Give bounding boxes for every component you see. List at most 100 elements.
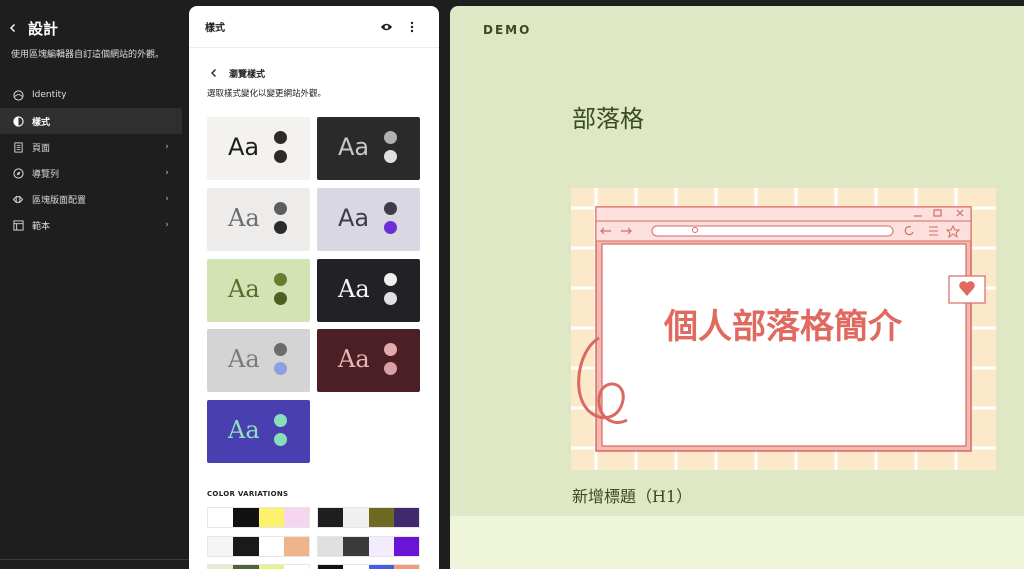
divider: [0, 559, 189, 560]
style-preview-text: Aa: [338, 275, 370, 303]
color-dot: [384, 273, 397, 286]
style-color-dots: [274, 343, 288, 381]
color-variation-card[interactable]: [207, 564, 310, 569]
style-variation-card[interactable]: Aa: [317, 188, 420, 251]
color-variations-label: COLOR VARIATIONS: [207, 490, 289, 498]
chevron-right-icon: ›: [165, 142, 169, 152]
design-sidebar: 設計 使用區塊編輯器自訂這個網站的外觀。 Identity 樣式 頁面 › 導覽…: [0, 0, 189, 569]
sidebar-nav: Identity 樣式 頁面 › 導覽列 › 區塊版面配置 › 範本 ›: [0, 82, 182, 238]
style-variation-card[interactable]: Aa: [207, 329, 310, 392]
sidebar-item-template-parts[interactable]: 區塊版面配置 ›: [0, 186, 182, 212]
style-color-dots: [274, 414, 288, 452]
sidebar-header: 設計: [0, 15, 189, 41]
color-dot: [274, 362, 287, 375]
sidebar-item-label: 樣式: [32, 117, 51, 128]
identity-icon: [12, 89, 24, 101]
content-section: [450, 516, 1024, 569]
sidebar-item-templates[interactable]: 範本 ›: [0, 212, 182, 238]
color-swatch: [393, 508, 419, 527]
color-dot: [384, 362, 397, 375]
heading-h1[interactable]: 新增標題（H1）: [572, 483, 692, 507]
color-swatch: [233, 565, 259, 569]
sidebar-item-label: 範本: [32, 221, 51, 232]
color-variation-card[interactable]: [207, 536, 310, 557]
color-dot: [274, 292, 287, 305]
color-dot: [274, 150, 287, 163]
style-variation-card[interactable]: Aa: [317, 259, 420, 322]
eye-icon: [380, 23, 392, 30]
blog-illustration: 個人部落格簡介: [571, 188, 996, 470]
sidebar-item-navigation[interactable]: 導覽列 ›: [0, 160, 182, 186]
panel-title: 樣式: [205, 23, 225, 34]
style-variation-card[interactable]: Aa: [317, 329, 420, 392]
chevron-right-icon: ›: [165, 220, 169, 230]
navigation-icon: [12, 167, 24, 179]
style-book-button[interactable]: [375, 16, 397, 38]
color-swatch: [258, 565, 284, 569]
sidebar-item-label: 頁面: [32, 143, 51, 154]
styles-panel: 樣式 瀏覽樣式 選取樣式變化以變更網站外觀。 Aa Aa Aa Aa Aa Aa Aa Aa A…: [189, 6, 439, 569]
style-color-dots: [274, 273, 288, 311]
color-variation-card[interactable]: [207, 507, 310, 528]
style-color-dots: [384, 202, 398, 240]
style-preview-text: Aa: [228, 416, 260, 444]
back-button[interactable]: [2, 17, 24, 39]
color-dot: [274, 343, 287, 356]
sidebar-item-pages[interactable]: 頁面 ›: [0, 134, 182, 160]
color-dot: [384, 292, 397, 305]
color-swatch: [343, 565, 369, 569]
sidebar-item-styles[interactable]: 樣式: [0, 108, 182, 134]
page-icon: [12, 141, 24, 153]
color-swatch: [233, 537, 259, 556]
browse-styles-title: 瀏覽樣式: [229, 69, 266, 80]
layout-icon: [12, 219, 24, 231]
divider: [439, 0, 450, 569]
color-swatch: [258, 508, 284, 527]
color-dot: [274, 273, 287, 286]
color-swatch: [283, 537, 309, 556]
color-swatch: [368, 565, 394, 569]
sidebar-description: 使用區塊編輯器自訂這個網站的外觀。: [11, 50, 165, 60]
browse-styles-description: 選取樣式變化以變更網站外觀。: [207, 89, 327, 99]
sidebar-item-label: Identity: [32, 90, 67, 100]
style-variation-card[interactable]: Aa: [207, 117, 310, 180]
chevron-left-icon: [10, 24, 15, 32]
style-preview-text: Aa: [228, 133, 260, 161]
color-swatch: [318, 537, 344, 556]
sidebar-item-label: 導覽列: [32, 169, 60, 180]
color-swatch: [393, 565, 419, 569]
color-swatch: [368, 537, 394, 556]
chevron-right-icon: ›: [165, 194, 169, 204]
more-options-button[interactable]: [401, 16, 423, 38]
style-color-dots: [274, 131, 288, 169]
styles-icon: [12, 115, 24, 127]
color-swatch: [208, 537, 234, 556]
style-variation-card[interactable]: Aa: [207, 259, 310, 322]
style-variation-card[interactable]: Aa: [317, 117, 420, 180]
color-variation-card[interactable]: [317, 564, 420, 569]
color-swatch: [343, 508, 369, 527]
color-swatch: [393, 537, 419, 556]
color-variation-card[interactable]: [317, 536, 420, 557]
style-variation-card[interactable]: Aa: [207, 188, 310, 251]
sidebar-item-identity[interactable]: Identity: [0, 82, 182, 108]
site-preview[interactable]: DEMO 部落格 個人部落格簡介 新增標題（H1）: [450, 6, 1024, 569]
style-color-dots: [384, 131, 398, 169]
style-color-dots: [384, 343, 398, 381]
color-dot: [274, 202, 287, 215]
style-preview-text: Aa: [228, 204, 260, 232]
browse-back-button[interactable]: [207, 66, 221, 80]
color-dot: [274, 131, 287, 144]
style-preview-text: Aa: [338, 133, 370, 161]
style-color-dots: [384, 273, 398, 311]
color-dot: [274, 433, 287, 446]
sidebar-item-label: 區塊版面配置: [32, 195, 87, 206]
color-dot: [274, 221, 287, 234]
style-preview-text: Aa: [338, 204, 370, 232]
color-swatch: [318, 565, 344, 569]
color-variation-card[interactable]: [317, 507, 420, 528]
illustration-caption: 個人部落格簡介: [663, 307, 903, 347]
style-variation-card[interactable]: Aa: [207, 400, 310, 463]
featured-illustration: 個人部落格簡介: [571, 188, 996, 470]
color-swatch: [208, 565, 234, 569]
